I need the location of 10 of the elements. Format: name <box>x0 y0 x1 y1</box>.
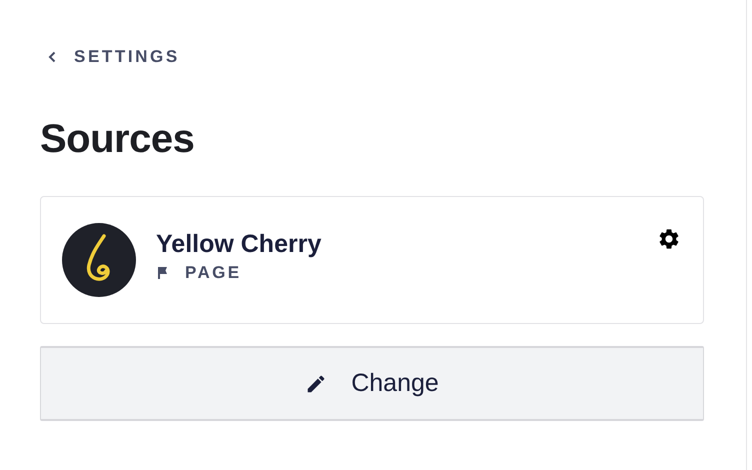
page-title: Sources <box>40 116 196 163</box>
chevron-left-icon <box>48 51 56 63</box>
back-link[interactable]: SETTINGS <box>40 44 180 70</box>
source-type: PAGE <box>185 263 242 283</box>
change-button[interactable]: Change <box>40 346 704 421</box>
settings-button[interactable] <box>657 227 681 251</box>
flag-icon <box>156 266 170 280</box>
pencil-icon <box>305 372 328 394</box>
source-name: Yellow Cherry <box>156 229 322 259</box>
logo-icon <box>62 223 136 297</box>
